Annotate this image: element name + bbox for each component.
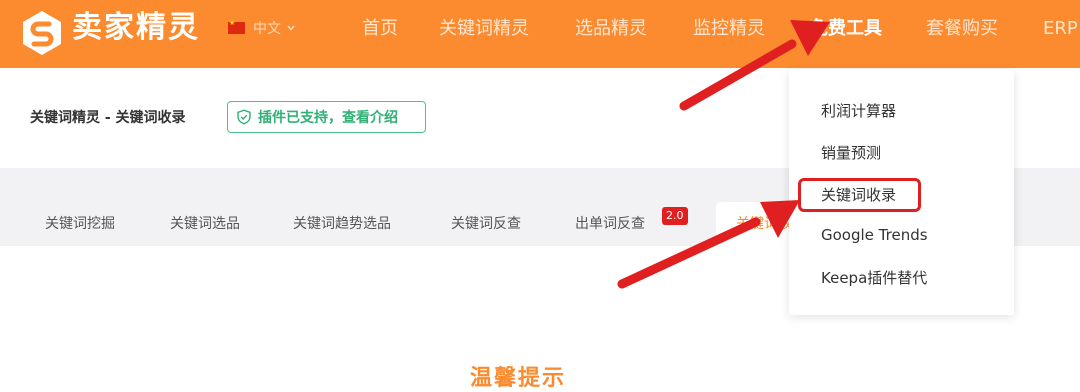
plugin-support-badge[interactable]: 插件已支持，查看介绍 bbox=[227, 101, 426, 133]
logo-icon[interactable] bbox=[18, 9, 66, 57]
tab-keyword-reverse-lookup[interactable]: 关键词反查 bbox=[451, 213, 521, 233]
shield-check-icon bbox=[237, 109, 251, 125]
nav-erp[interactable]: ERP bbox=[1043, 17, 1078, 41]
nav-keyword-wizard[interactable]: 关键词精灵 bbox=[439, 17, 529, 41]
highlight-box bbox=[798, 178, 921, 212]
nav-home[interactable]: 首页 bbox=[362, 17, 398, 41]
menu-item-profit-calculator[interactable]: 利润计算器 bbox=[821, 100, 896, 121]
breadcrumb: 关键词精灵 - 关键词收录 bbox=[30, 110, 186, 126]
menu-item-sales-forecast[interactable]: 销量预测 bbox=[821, 142, 881, 163]
language-selector[interactable]: 中文 bbox=[228, 18, 295, 38]
menu-item-keepa-alternative[interactable]: Keepa插件替代 bbox=[821, 267, 927, 288]
chevron-down-icon bbox=[287, 25, 295, 31]
nav-product-wizard[interactable]: 选品精灵 bbox=[575, 17, 647, 41]
notice-title: 温馨提示 bbox=[470, 366, 567, 391]
tab-keyword-index-label: 关键词收 bbox=[736, 216, 792, 232]
nav-monitor-wizard[interactable]: 监控精灵 bbox=[693, 17, 765, 41]
tab-keyword-mining[interactable]: 关键词挖掘 bbox=[45, 213, 115, 233]
nav-plans[interactable]: 套餐购买 bbox=[926, 17, 998, 41]
brand-name[interactable]: 卖家精灵 bbox=[72, 10, 200, 46]
menu-item-google-trends[interactable]: Google Trends bbox=[821, 226, 928, 244]
china-flag-icon bbox=[228, 19, 245, 34]
tab-keyword-selection[interactable]: 关键词选品 bbox=[170, 213, 240, 233]
nav-free-tools[interactable]: 免费工具 bbox=[810, 17, 882, 41]
language-label: 中文 bbox=[253, 21, 281, 37]
new-version-badge: 2.0 bbox=[662, 207, 688, 225]
tab-keyword-trend-selection[interactable]: 关键词趋势选品 bbox=[293, 213, 391, 233]
plugin-support-label: 插件已支持，查看介绍 bbox=[258, 110, 398, 126]
tab-order-keyword-lookup[interactable]: 出单词反查 bbox=[575, 213, 645, 233]
